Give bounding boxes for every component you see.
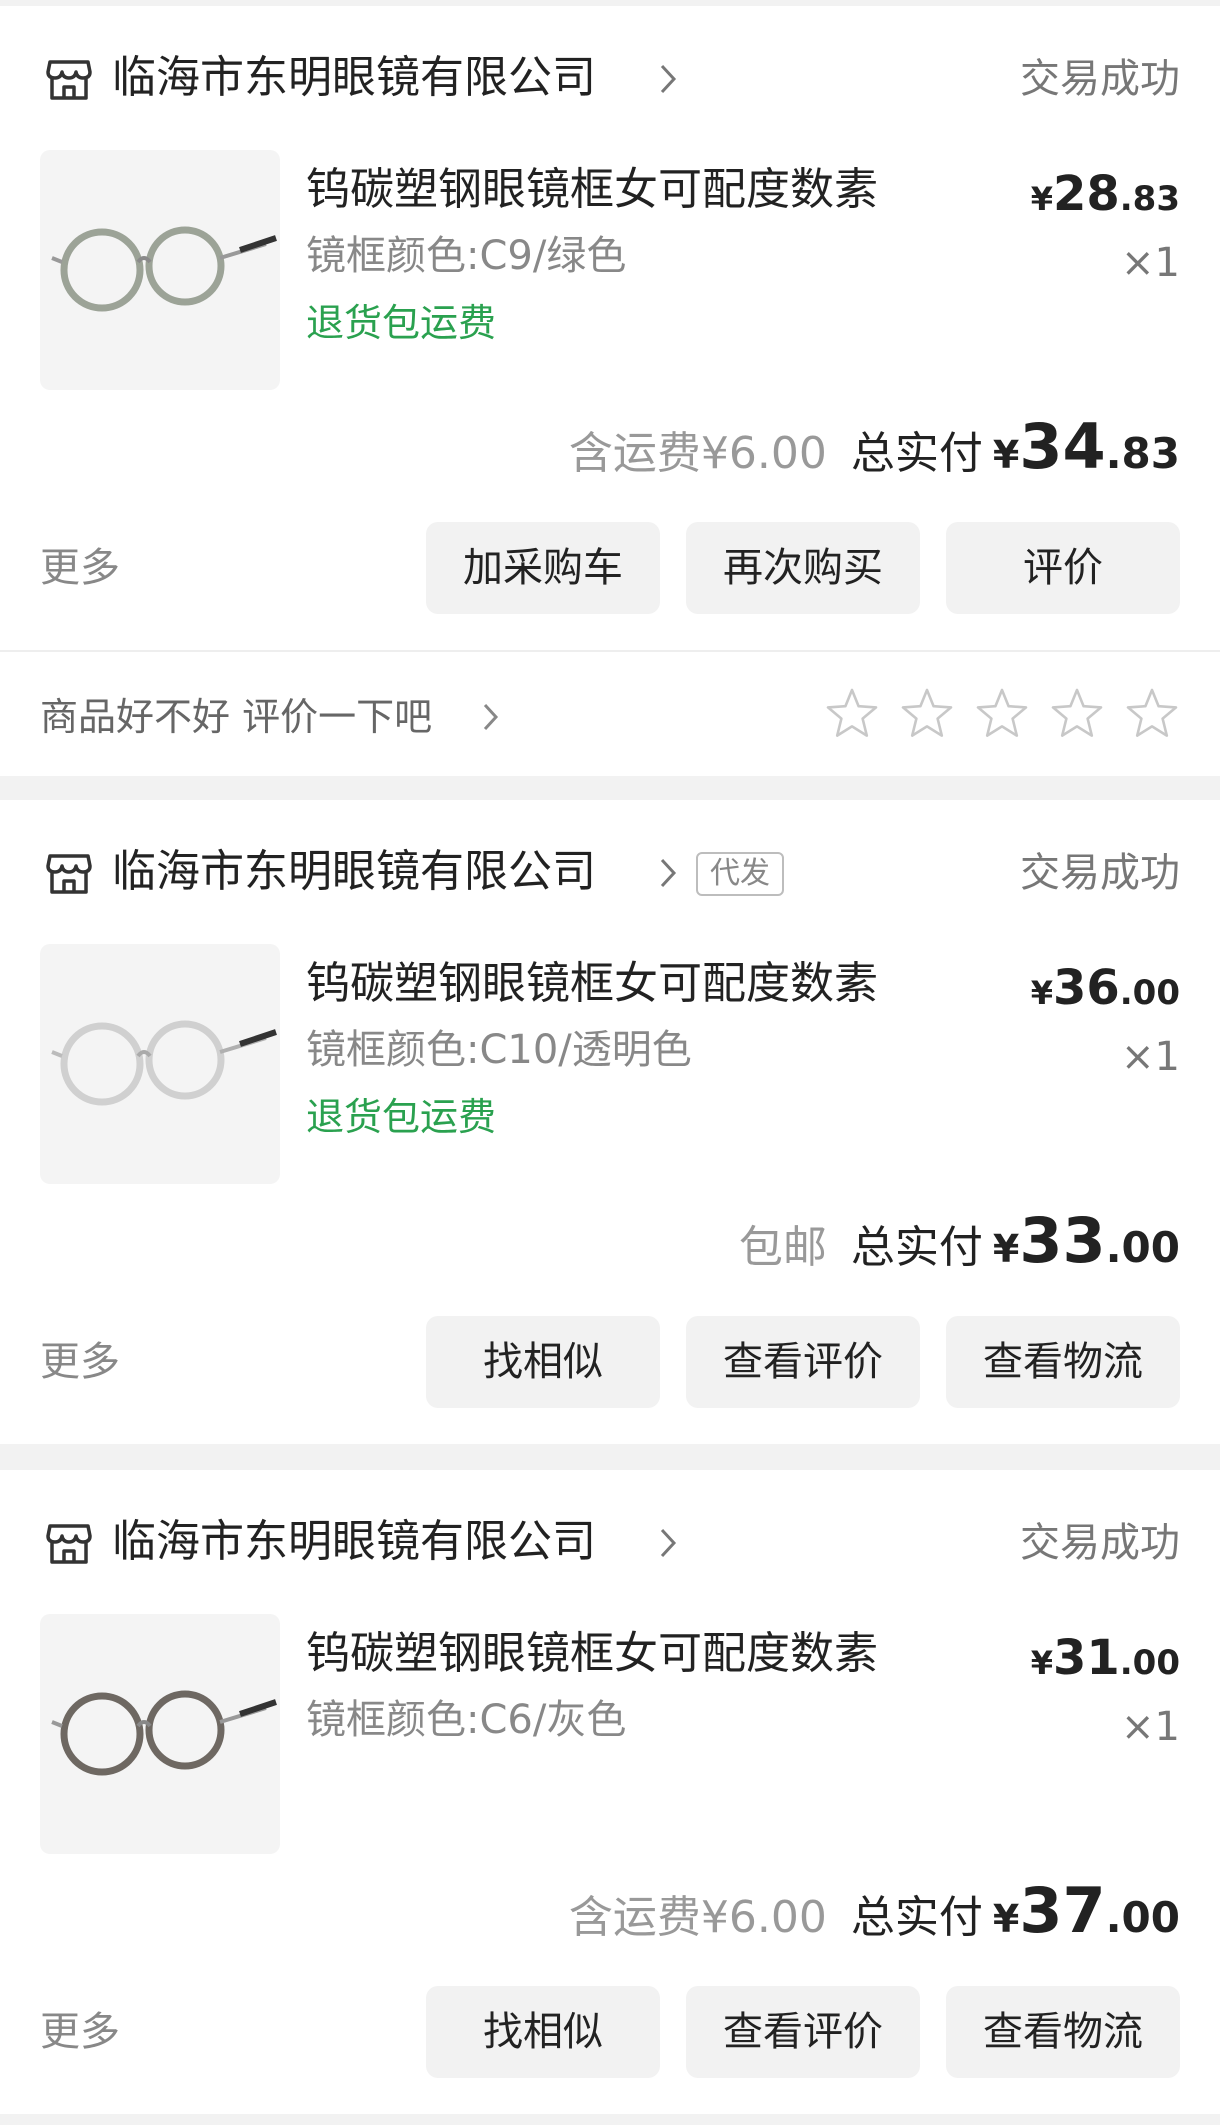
total-paid-amount: ¥33.00 <box>992 1204 1180 1277</box>
star-icon[interactable] <box>974 686 1030 742</box>
order-card: 临海市东明眼镜有限公司 交易成功 钨碳塑钢眼镜框女可配度数素 镜框颜色:C6/灰… <box>0 1470 1220 2114</box>
quantity: ×1 <box>1121 1034 1180 1080</box>
shop-name[interactable]: 临海市东明眼镜有限公司 <box>112 844 596 900</box>
quantity: ×1 <box>1121 240 1180 286</box>
unit-price: ¥31.00 <box>1030 1630 1180 1686</box>
chevron-right-icon <box>483 703 499 731</box>
total-paid-label: 总实付 <box>850 428 983 479</box>
chevron-right-icon <box>660 64 677 94</box>
glasses-image-grey <box>51 1690 277 1776</box>
product-title[interactable]: 钨碳塑钢眼镜框女可配度数素 <box>306 1624 878 1684</box>
order-status: 交易成功 <box>1020 56 1180 102</box>
store-icon <box>46 60 92 100</box>
glasses-image-clear <box>51 1020 277 1106</box>
shipping-fee: 含运费¥6.00 <box>568 428 827 479</box>
product-spec: 镜框颜色:C10/透明色 <box>306 1027 692 1073</box>
find-similar-button[interactable]: 找相似 <box>426 1316 660 1408</box>
review-prompt[interactable]: 商品好不好 评价一下吧 <box>40 690 432 744</box>
product-image[interactable] <box>40 150 280 390</box>
chevron-right-icon <box>660 1528 677 1558</box>
shop-name[interactable]: 临海市东明眼镜有限公司 <box>112 1514 596 1570</box>
unit-price: ¥28.83 <box>1030 166 1180 222</box>
star-icon[interactable] <box>824 686 880 742</box>
quantity: ×1 <box>1121 1704 1180 1750</box>
shipping-fee: 含运费¥6.00 <box>568 1892 827 1943</box>
total-row: 含运费¥6.00 总实付 ¥34.83 <box>569 410 1180 483</box>
total-paid-amount: ¥37.00 <box>992 1874 1180 1947</box>
order-status: 交易成功 <box>1020 1520 1180 1566</box>
shipping-fee: 包邮 <box>738 1222 827 1273</box>
return-shipping-badge: 退货包运费 <box>306 1095 497 1139</box>
more-button[interactable]: 更多 <box>40 2004 120 2060</box>
dropship-tag: 代发 <box>696 852 784 896</box>
star-icon[interactable] <box>899 686 955 742</box>
view-reviews-button[interactable]: 查看评价 <box>686 1316 920 1408</box>
unit-price: ¥36.00 <box>1030 960 1180 1016</box>
order-list-page: 临海市东明眼镜有限公司 交易成功 钨碳塑钢眼镜框女可配度数素 镜框颜色:C9/绿… <box>0 0 1220 2125</box>
store-icon <box>46 1524 92 1564</box>
product-spec: 镜框颜色:C9/绿色 <box>306 233 627 279</box>
order-status: 交易成功 <box>1020 850 1180 896</box>
product-image[interactable] <box>40 1614 280 1854</box>
shop-header[interactable]: 临海市东明眼镜有限公司 交易成功 <box>40 1470 1180 1610</box>
product-spec: 镜框颜色:C6/灰色 <box>306 1697 627 1743</box>
view-logistics-button[interactable]: 查看物流 <box>946 1986 1180 2078</box>
total-row: 含运费¥6.00 总实付 ¥37.00 <box>569 1874 1180 1947</box>
find-similar-button[interactable]: 找相似 <box>426 1986 660 2078</box>
total-paid-label: 总实付 <box>850 1892 983 1943</box>
star-icon[interactable] <box>1124 686 1180 742</box>
buy-again-button[interactable]: 再次购买 <box>686 522 920 614</box>
more-button[interactable]: 更多 <box>40 1334 120 1390</box>
product-title[interactable]: 钨碳塑钢眼镜框女可配度数素 <box>306 954 878 1014</box>
more-button[interactable]: 更多 <box>40 540 120 596</box>
return-shipping-badge: 退货包运费 <box>306 301 497 345</box>
shop-header[interactable]: 临海市东明眼镜有限公司 代发 交易成功 <box>40 800 1180 940</box>
review-button[interactable]: 评价 <box>946 522 1180 614</box>
total-paid-amount: ¥34.83 <box>992 410 1180 483</box>
divider <box>0 650 1220 652</box>
view-reviews-button[interactable]: 查看评价 <box>686 1986 920 2078</box>
order-card: 临海市东明眼镜有限公司 交易成功 钨碳塑钢眼镜框女可配度数素 镜框颜色:C9/绿… <box>0 6 1220 776</box>
total-paid-label: 总实付 <box>850 1222 983 1273</box>
chevron-right-icon <box>660 858 677 888</box>
shop-header[interactable]: 临海市东明眼镜有限公司 交易成功 <box>40 6 1180 146</box>
star-icon[interactable] <box>1049 686 1105 742</box>
order-card: 临海市东明眼镜有限公司 代发 交易成功 钨碳塑钢眼镜框女可配度数素 镜框颜色:C… <box>0 800 1220 1444</box>
product-image[interactable] <box>40 944 280 1184</box>
store-icon <box>46 854 92 894</box>
glasses-image-green <box>51 226 277 312</box>
shop-name[interactable]: 临海市东明眼镜有限公司 <box>112 50 596 106</box>
total-row: 包邮 总实付 ¥33.00 <box>739 1204 1180 1277</box>
product-title[interactable]: 钨碳塑钢眼镜框女可配度数素 <box>306 160 878 220</box>
add-to-purchase-cart-button[interactable]: 加采购车 <box>426 522 660 614</box>
view-logistics-button[interactable]: 查看物流 <box>946 1316 1180 1408</box>
